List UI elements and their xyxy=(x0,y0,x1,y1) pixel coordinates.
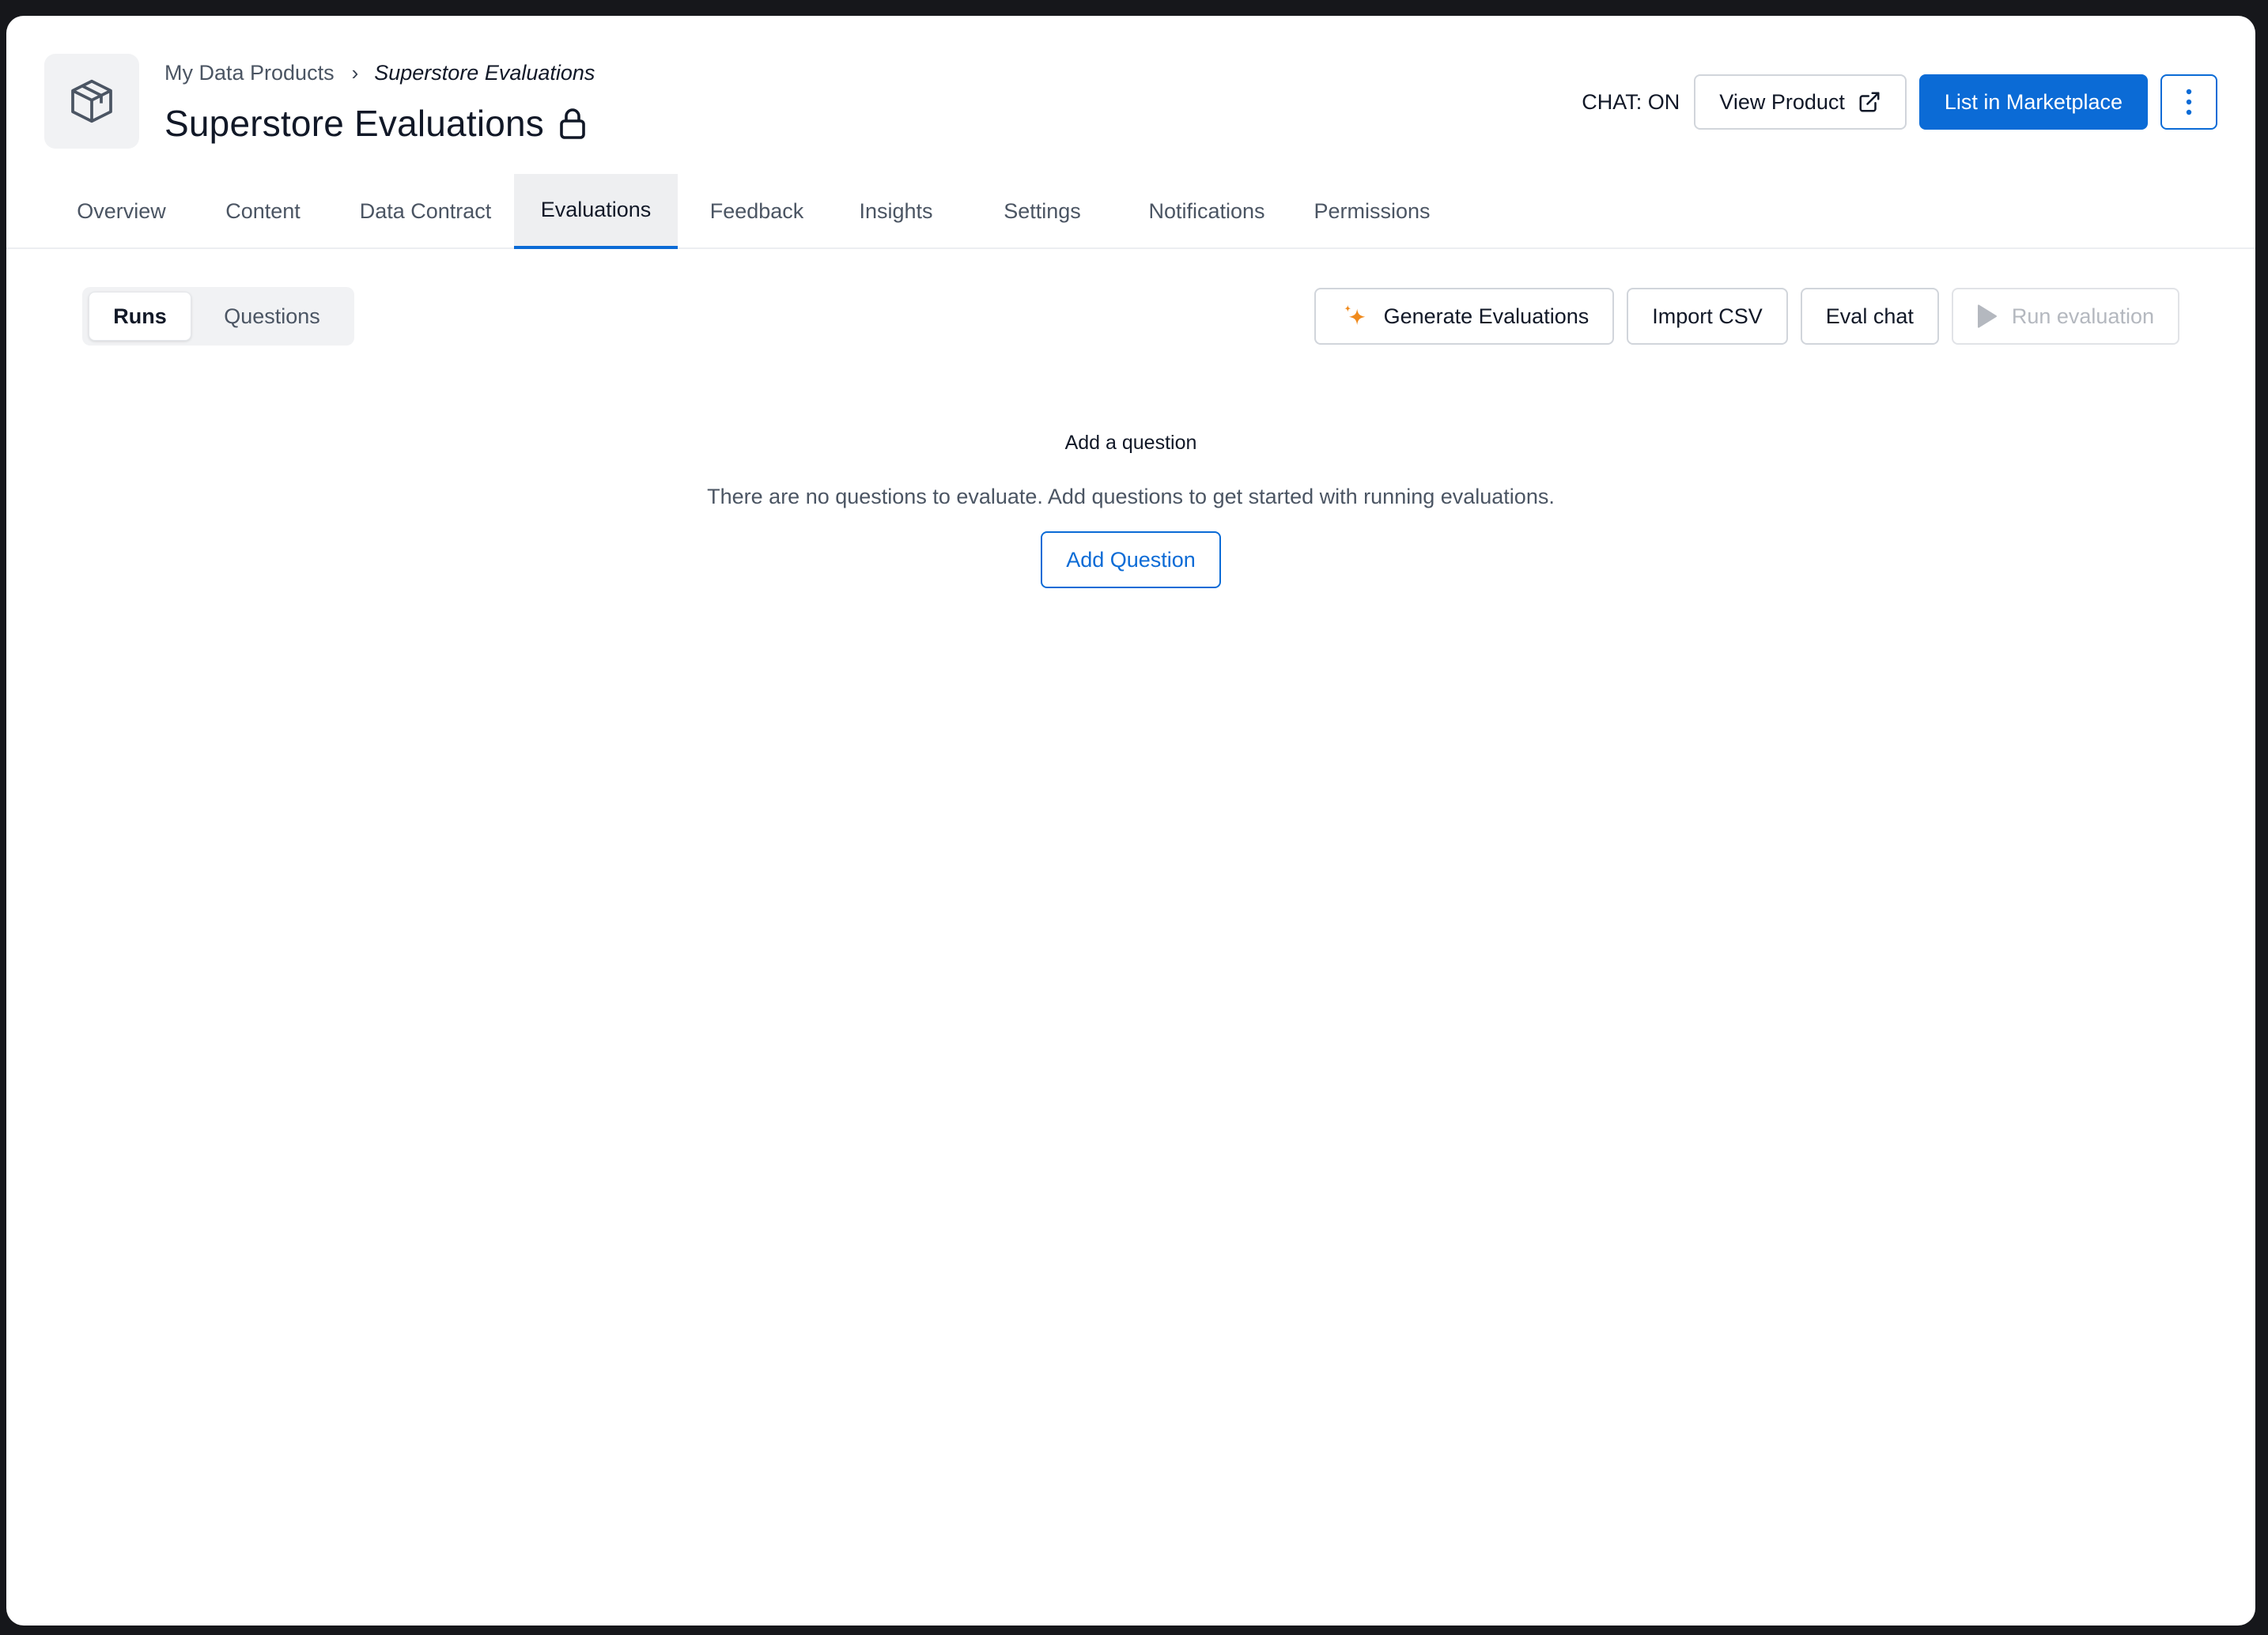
breadcrumb-parent-link[interactable]: My Data Products xyxy=(164,61,335,85)
questions-toggle[interactable]: Questions xyxy=(195,292,350,341)
tab-content[interactable]: Content xyxy=(206,174,320,249)
header-actions: CHAT: ON View Product List in Marketplac… xyxy=(1582,74,2217,130)
more-options-button[interactable] xyxy=(2160,74,2217,130)
view-toggle: Runs Questions xyxy=(82,287,354,346)
tab-bar: Overview Content Data Contract Evaluatio… xyxy=(6,174,2255,249)
page-header: My Data Products › Superstore Evaluation… xyxy=(6,16,2255,158)
breadcrumb: My Data Products › Superstore Evaluation… xyxy=(164,57,595,89)
page-title: Superstore Evaluations xyxy=(164,103,545,144)
breadcrumb-separator: › xyxy=(351,60,359,85)
product-avatar xyxy=(44,54,139,149)
list-in-marketplace-label: List in Marketplace xyxy=(1944,89,2122,114)
breadcrumb-current: Superstore Evaluations xyxy=(374,60,595,85)
lock-icon xyxy=(558,106,590,141)
evaluation-toolbar: Generate Evaluations Import CSV Eval cha… xyxy=(1314,288,2179,345)
eval-chat-label: Eval chat xyxy=(1825,304,1914,328)
list-in-marketplace-button[interactable]: List in Marketplace xyxy=(1918,74,2148,130)
chat-status: CHAT: ON xyxy=(1582,89,1680,114)
title-row: Superstore Evaluations xyxy=(164,98,590,149)
tab-notifications[interactable]: Notifications xyxy=(1128,174,1286,249)
sparkle-icon xyxy=(1340,301,1370,331)
tab-data-contract[interactable]: Data Contract xyxy=(346,174,505,249)
import-csv-button[interactable]: Import CSV xyxy=(1627,288,1788,345)
add-question-button[interactable]: Add Question xyxy=(1041,531,1221,588)
tab-settings[interactable]: Settings xyxy=(977,174,1107,249)
empty-state-title: Add a question xyxy=(1064,432,1197,454)
import-csv-label: Import CSV xyxy=(1652,304,1763,328)
kebab-menu-icon xyxy=(2186,89,2192,115)
runs-toggle[interactable]: Runs xyxy=(89,292,191,341)
play-icon xyxy=(1977,304,1998,329)
tab-permissions[interactable]: Permissions xyxy=(1298,174,1446,249)
app-window: My Data Products › Superstore Evaluation… xyxy=(6,16,2255,1626)
tab-evaluations[interactable]: Evaluations xyxy=(514,174,678,249)
empty-state: Add a question There are no questions to… xyxy=(6,427,2255,588)
tab-feedback[interactable]: Feedback xyxy=(693,174,821,249)
generate-evaluations-label: Generate Evaluations xyxy=(1383,304,1589,328)
eval-chat-button[interactable]: Eval chat xyxy=(1800,288,1939,345)
view-product-button[interactable]: View Product xyxy=(1694,74,1907,130)
generate-evaluations-button[interactable]: Generate Evaluations xyxy=(1314,288,1615,345)
tab-overview[interactable]: Overview xyxy=(60,174,183,249)
run-evaluation-label: Run evaluation xyxy=(2011,304,2154,328)
view-product-label: View Product xyxy=(1719,89,1845,114)
cube-icon xyxy=(71,79,112,123)
run-evaluation-button[interactable]: Run evaluation xyxy=(1951,288,2179,345)
empty-state-description: There are no questions to evaluate. Add … xyxy=(707,485,1555,508)
tab-insights[interactable]: Insights xyxy=(837,174,955,249)
external-link-icon xyxy=(1858,90,1881,114)
